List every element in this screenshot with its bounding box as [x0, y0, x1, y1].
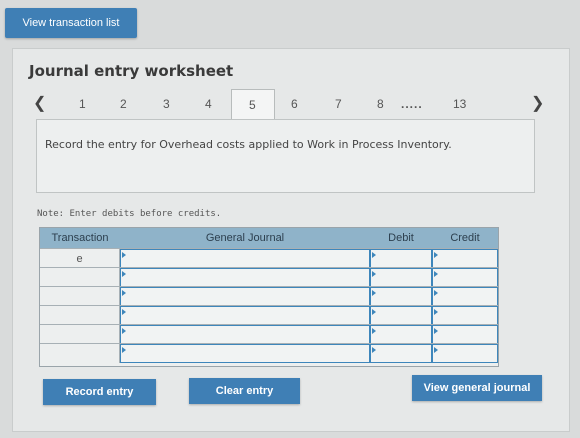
input-marker-icon	[434, 328, 438, 334]
account-select[interactable]	[120, 344, 370, 363]
journal-table: Transaction General Journal Debit Credit…	[39, 227, 499, 367]
input-marker-icon	[372, 328, 376, 334]
input-marker-icon	[372, 347, 376, 353]
transaction-cell	[40, 344, 120, 363]
chevron-right-icon[interactable]: ❯	[531, 93, 544, 113]
table-row	[40, 305, 498, 325]
input-marker-icon	[372, 271, 376, 277]
debit-input[interactable]	[370, 325, 432, 344]
dropdown-marker-icon	[122, 290, 126, 296]
table-row	[40, 267, 498, 287]
dropdown-marker-icon	[122, 252, 126, 258]
page-title: Journal entry worksheet	[29, 62, 234, 80]
header-general-journal: General Journal	[120, 228, 371, 248]
dropdown-marker-icon	[122, 271, 126, 277]
transaction-cell	[40, 268, 120, 287]
header-debit: Debit	[370, 228, 433, 248]
table-row	[40, 286, 498, 306]
debit-input[interactable]	[370, 344, 432, 363]
page-13[interactable]: 13	[453, 97, 466, 111]
account-select[interactable]	[120, 287, 370, 306]
input-marker-icon	[434, 252, 438, 258]
credit-input[interactable]	[432, 249, 498, 268]
credit-input[interactable]	[432, 306, 498, 325]
dropdown-marker-icon	[122, 347, 126, 353]
header-credit: Credit	[432, 228, 498, 248]
credit-input[interactable]	[432, 344, 498, 363]
input-marker-icon	[372, 309, 376, 315]
view-transaction-list-button[interactable]: View transaction list	[5, 8, 137, 38]
input-marker-icon	[434, 309, 438, 315]
transaction-cell	[40, 287, 120, 306]
page-6[interactable]: 6	[291, 97, 298, 111]
account-select[interactable]	[120, 306, 370, 325]
dropdown-marker-icon	[122, 328, 126, 334]
input-marker-icon	[372, 290, 376, 296]
view-general-journal-button[interactable]: View general journal	[412, 375, 542, 401]
page-ellipsis: .....	[401, 97, 423, 111]
page-1[interactable]: 1	[79, 97, 86, 111]
record-entry-button[interactable]: Record entry	[43, 379, 156, 405]
input-marker-icon	[434, 347, 438, 353]
debit-input[interactable]	[370, 268, 432, 287]
journal-entry-worksheet-panel: Journal entry worksheet ❮ 1 2 3 4 5 6 7 …	[12, 48, 570, 432]
header-transaction: Transaction	[40, 228, 121, 248]
account-select[interactable]	[120, 325, 370, 344]
table-row	[40, 324, 498, 344]
chevron-left-icon[interactable]: ❮	[33, 93, 46, 113]
clear-entry-button[interactable]: Clear entry	[189, 378, 300, 404]
instruction-text: Record the entry for Overhead costs appl…	[45, 138, 452, 151]
credit-input[interactable]	[432, 268, 498, 287]
instruction-box: Record the entry for Overhead costs appl…	[36, 119, 535, 193]
input-marker-icon	[434, 290, 438, 296]
transaction-cell	[40, 325, 120, 344]
debit-input[interactable]	[370, 306, 432, 325]
page-3[interactable]: 3	[163, 97, 170, 111]
page-4[interactable]: 4	[205, 97, 212, 111]
page-7[interactable]: 7	[335, 97, 342, 111]
page-8[interactable]: 8	[377, 97, 384, 111]
table-row: e	[40, 248, 498, 268]
page-5: 5	[249, 98, 256, 112]
transaction-cell: e	[40, 249, 120, 268]
dropdown-marker-icon	[122, 309, 126, 315]
page-2[interactable]: 2	[120, 97, 127, 111]
transaction-cell	[40, 306, 120, 325]
debit-input[interactable]	[370, 249, 432, 268]
note-text: Note: Enter debits before credits.	[37, 209, 222, 219]
account-select[interactable]	[120, 268, 370, 287]
account-select[interactable]	[120, 249, 370, 268]
input-marker-icon	[434, 271, 438, 277]
credit-input[interactable]	[432, 287, 498, 306]
input-marker-icon	[372, 252, 376, 258]
debit-input[interactable]	[370, 287, 432, 306]
table-row	[40, 343, 498, 363]
credit-input[interactable]	[432, 325, 498, 344]
